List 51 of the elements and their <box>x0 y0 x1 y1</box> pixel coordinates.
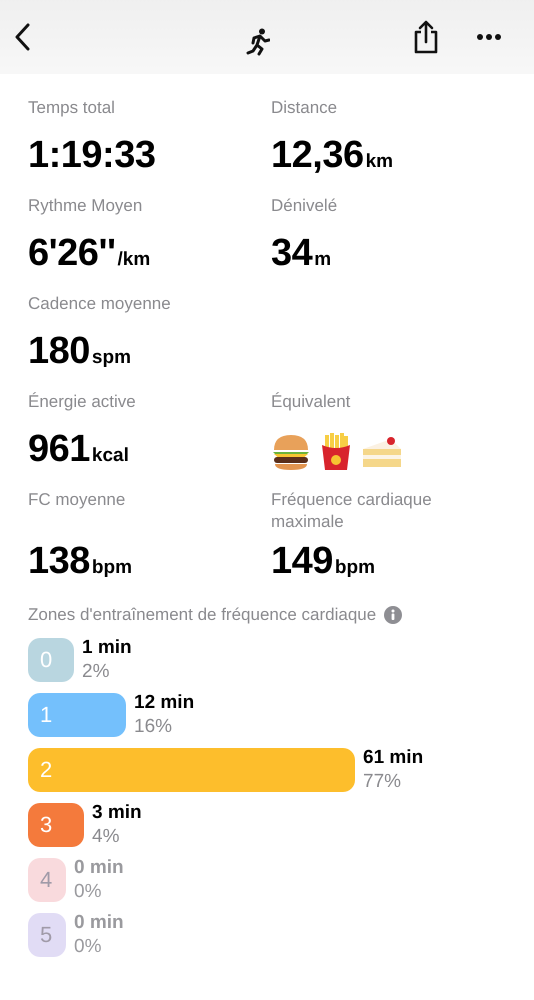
zone-bar: 2 <box>28 748 355 792</box>
metric-value: 34 <box>271 231 312 275</box>
section-title: Zones d'entraînement de fréquence cardiaque <box>28 605 376 625</box>
runner-icon <box>246 28 270 56</box>
share-icon[interactable] <box>412 20 440 54</box>
zone-percent: 2% <box>82 660 110 684</box>
metric-label: Cadence moyenne <box>28 293 172 315</box>
metric-unit: spm <box>92 347 131 369</box>
metric-unit: bpm <box>334 557 376 579</box>
burger-icon <box>271 433 311 471</box>
zone-bar: 3 <box>28 802 84 846</box>
metric-label: Fréquence cardiaque maximale <box>271 489 433 533</box>
metric-value: 180 <box>28 329 90 373</box>
metric-label: Distance <box>271 97 338 119</box>
metric-value: 6'26'' <box>28 231 116 275</box>
fries-icon <box>319 433 353 471</box>
zone-percent: 16% <box>134 714 174 738</box>
zone-duration: 0 min <box>74 856 124 880</box>
info-icon[interactable] <box>384 606 402 624</box>
metric-value: 12,36 <box>271 133 364 177</box>
metric-value: 138 <box>28 539 90 583</box>
metric-label: FC moyenne <box>28 489 126 511</box>
zone-bar: 1 <box>28 692 126 736</box>
zone-percent: 0% <box>74 880 102 904</box>
back-icon[interactable] <box>14 23 30 51</box>
more-icon[interactable] <box>476 33 502 41</box>
metric-label: Rythme Moyen <box>28 195 144 217</box>
zone-bar: 5 <box>28 912 66 956</box>
metric-value: 1:19:33 <box>28 133 156 177</box>
zone-duration: 61 min <box>363 746 424 770</box>
zone-duration: 3 min <box>92 800 142 824</box>
metric-unit: m <box>314 249 332 271</box>
metric-value: 149 <box>271 539 333 583</box>
metric-label: Équivalent <box>271 391 352 413</box>
metric-label: Temps total <box>28 97 116 119</box>
metric-value: 961 <box>28 427 90 471</box>
metric-unit: km <box>366 151 394 173</box>
zone-duration: 12 min <box>134 690 194 714</box>
metric-unit: /km <box>118 249 150 271</box>
cake-icon <box>361 435 403 469</box>
zone-percent: 4% <box>92 824 120 848</box>
zone-bar: 0 <box>28 638 74 682</box>
zone-duration: 1 min <box>82 636 132 660</box>
metric-label: Dénivelé <box>271 195 338 217</box>
zone-percent: 77% <box>363 770 402 794</box>
metric-label: Énergie active <box>28 391 137 413</box>
metric-unit: kcal <box>92 445 129 467</box>
zone-bar: 4 <box>28 858 66 902</box>
zone-percent: 0% <box>74 934 102 958</box>
zone-duration: 0 min <box>74 910 124 934</box>
metric-unit: bpm <box>92 557 132 579</box>
